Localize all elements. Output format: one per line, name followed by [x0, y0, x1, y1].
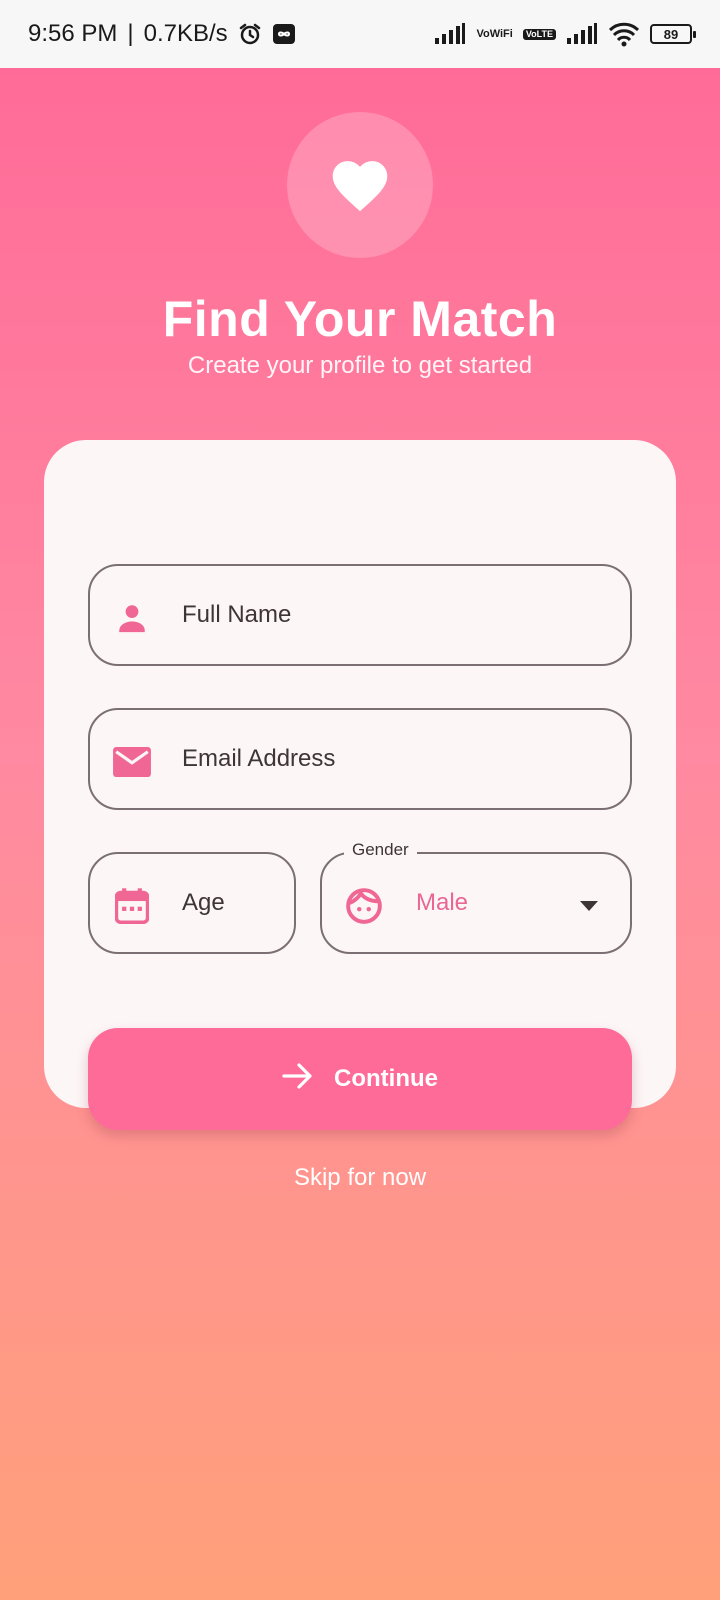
signal-icon-2: [566, 23, 598, 45]
status-time: 9:56 PM: [28, 20, 118, 47]
status-left: 9:56 PM | 0.7KB/s: [28, 20, 296, 48]
mail-icon: [112, 742, 152, 782]
status-network-speed: 0.7KB/s: [143, 20, 228, 47]
continue-button[interactable]: Continue: [88, 1028, 632, 1130]
calendar-icon: [112, 886, 152, 926]
signal-icon: [434, 23, 466, 45]
vo-wifi-bottom: WiFi: [489, 27, 513, 40]
full-name-placeholder: Full Name: [182, 601, 292, 628]
vo-lte-bottom: LTE: [536, 28, 553, 39]
alarm-icon: [238, 22, 262, 46]
profile-form-card: Full Name Email Address Age Gender Male: [44, 440, 676, 1130]
status-separator: |: [127, 20, 134, 47]
vo-wifi-top: Vo: [476, 27, 490, 40]
wifi-icon: [608, 21, 640, 47]
email-placeholder: Email Address: [182, 745, 336, 772]
person-icon: [112, 598, 152, 638]
heart-badge: [287, 112, 433, 258]
status-bar: 9:56 PM | 0.7KB/s Vo WiFi Vo LTE 89: [0, 0, 720, 68]
gender-value: Male: [416, 889, 469, 916]
vo-wifi-indicator: Vo WiFi: [476, 27, 513, 40]
continue-label: Continue: [334, 1065, 438, 1092]
arrow-right-icon: [282, 1062, 314, 1097]
gender-select[interactable]: Gender Male: [320, 840, 632, 954]
face-icon: [344, 886, 384, 926]
heart-icon: [327, 153, 393, 218]
gender-label: Gender: [344, 840, 417, 860]
vo-lte-top: Vo: [525, 28, 537, 39]
vo-lte-indicator: Vo LTE: [522, 28, 556, 40]
battery-level: 89: [663, 26, 679, 42]
infinity-app-icon: [272, 22, 296, 46]
age-placeholder: Age: [182, 889, 225, 916]
page-subtitle: Create your profile to get started: [187, 352, 533, 379]
page-title: Find Your Match: [162, 291, 558, 347]
email-field[interactable]: Email Address: [88, 708, 632, 810]
skip-for-now-link[interactable]: Skip for now: [0, 1164, 720, 1192]
age-field[interactable]: Age: [88, 852, 296, 954]
main-screen: Find Your Match Create your profile to g…: [0, 68, 720, 1600]
full-name-field[interactable]: Full Name: [88, 564, 632, 666]
dropdown-arrow-icon: [580, 898, 598, 916]
status-right: Vo WiFi Vo LTE 89: [434, 21, 696, 47]
battery-icon: 89: [650, 24, 696, 44]
